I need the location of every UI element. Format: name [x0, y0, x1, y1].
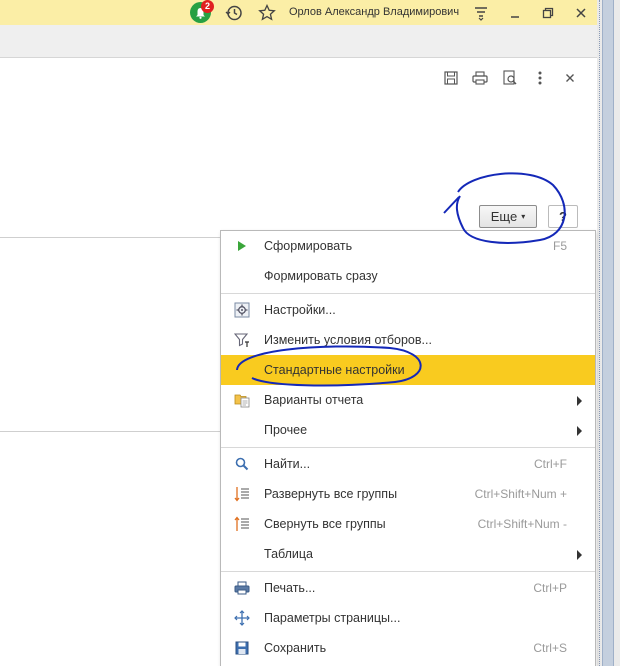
dropdown-arrow-icon: ▾: [521, 212, 526, 221]
menu-item-generate-immediately[interactable]: Формировать сразу: [221, 261, 595, 291]
restore-window-icon[interactable]: [537, 2, 559, 23]
save-icon: [233, 640, 251, 656]
menu-item-label: Развернуть все группы: [264, 487, 398, 501]
print-icon: [233, 580, 251, 596]
menu-item-save[interactable]: Сохранить Ctrl+S: [221, 633, 595, 663]
menu-item-change-filters[interactable]: Изменить условия отборов...: [221, 325, 595, 355]
print-preview-icon[interactable]: [501, 69, 519, 87]
more-actions-icon[interactable]: [531, 69, 549, 87]
minimize-icon[interactable]: [504, 2, 526, 23]
notifications-bell-icon[interactable]: 2: [189, 0, 214, 23]
menu-separator: [221, 447, 595, 448]
menu-item-shortcut: F5: [552, 239, 567, 253]
menu-item-label: Изменить условия отборов...: [264, 333, 432, 347]
menu-item-shortcut: Ctrl+P: [533, 581, 567, 595]
section-panel: [0, 25, 600, 58]
close-form-icon[interactable]: [561, 69, 579, 87]
submenu-arrow-icon: [577, 426, 582, 436]
menu-item-label: Настройки...: [264, 303, 336, 317]
menu-item-generate[interactable]: Сформировать F5: [221, 231, 595, 261]
menu-item-collapse-groups[interactable]: Свернуть все группы Ctrl+Shift+Num -: [221, 509, 595, 539]
title-bar: 2 Орлов Александр Владимирович: [0, 0, 600, 25]
menu-item-label: Сформировать: [264, 239, 353, 253]
menu-item-label: Стандартные настройки: [264, 363, 405, 377]
close-window-icon[interactable]: [570, 2, 592, 23]
menu-item-label: Найти...: [264, 457, 311, 471]
report-area-divider: [0, 237, 222, 238]
menu-item-settings[interactable]: Настройки...: [221, 295, 595, 325]
menu-item-shortcut: Ctrl+Shift+Num -: [477, 517, 567, 531]
menu-item-label: Сохранить: [264, 641, 327, 655]
menu-item-label: Прочее: [264, 423, 308, 437]
menu-separator: [221, 571, 595, 572]
annotation-tail-more-button: [443, 196, 460, 214]
menu-item-label: Свернуть все группы: [264, 517, 386, 531]
submenu-arrow-icon: [577, 550, 582, 560]
expand-groups-icon: [233, 486, 251, 502]
save-icon[interactable]: [442, 69, 460, 87]
scrollbar-track[interactable]: [602, 0, 614, 666]
menu-item-other[interactable]: Прочее: [221, 415, 595, 445]
history-icon[interactable]: [223, 2, 245, 23]
report-area-divider: [0, 431, 222, 432]
more-button[interactable]: Еще ▾: [479, 205, 537, 228]
more-button-label: Еще: [490, 209, 518, 224]
menu-item-shortcut: Ctrl+F: [534, 457, 567, 471]
menu-item-find[interactable]: Найти... Ctrl+F: [221, 449, 595, 479]
submenu-arrow-icon: [577, 396, 582, 406]
search-icon: [233, 456, 251, 472]
menu-item-shortcut: Ctrl+Shift+Num +: [474, 487, 567, 501]
menu-item-page-setup[interactable]: Параметры страницы...: [221, 603, 595, 633]
menu-item-table[interactable]: Таблица: [221, 539, 595, 569]
menu-item-standard-settings[interactable]: Стандартные настройки: [221, 355, 595, 385]
menu-separator: [221, 293, 595, 294]
menu-item-label: Варианты отчета: [264, 393, 364, 407]
page-setup-icon: [233, 610, 251, 626]
notification-count-badge: 2: [201, 0, 214, 13]
frame-divider: [599, 0, 600, 666]
window-frame-scrollbar[interactable]: [597, 0, 620, 666]
user-name[interactable]: Орлов Александр Владимирович: [289, 6, 459, 18]
collapse-groups-icon: [233, 516, 251, 532]
settings-icon: [233, 302, 251, 318]
favorites-star-icon[interactable]: [256, 2, 278, 23]
menu-item-label: Таблица: [264, 547, 314, 561]
menu-item-label: Параметры страницы...: [264, 611, 401, 625]
print-icon[interactable]: [471, 69, 489, 87]
more-actions-menu: Сформировать F5 Формировать сразу Настро…: [220, 230, 596, 666]
menu-item-label: Печать...: [264, 581, 316, 595]
filter-icon: [233, 332, 251, 348]
main-menu-icon[interactable]: [470, 2, 492, 23]
help-button[interactable]: ?: [548, 205, 578, 228]
menu-item-shortcut: Ctrl+S: [533, 641, 567, 655]
menu-item-expand-groups[interactable]: Развернуть все группы Ctrl+Shift+Num +: [221, 479, 595, 509]
menu-item-report-variants[interactable]: Варианты отчета: [221, 385, 595, 415]
play-icon: [233, 238, 251, 254]
report-variants-icon: [233, 392, 251, 408]
menu-item-label: Формировать сразу: [264, 269, 378, 283]
menu-item-print[interactable]: Печать... Ctrl+P: [221, 573, 595, 603]
